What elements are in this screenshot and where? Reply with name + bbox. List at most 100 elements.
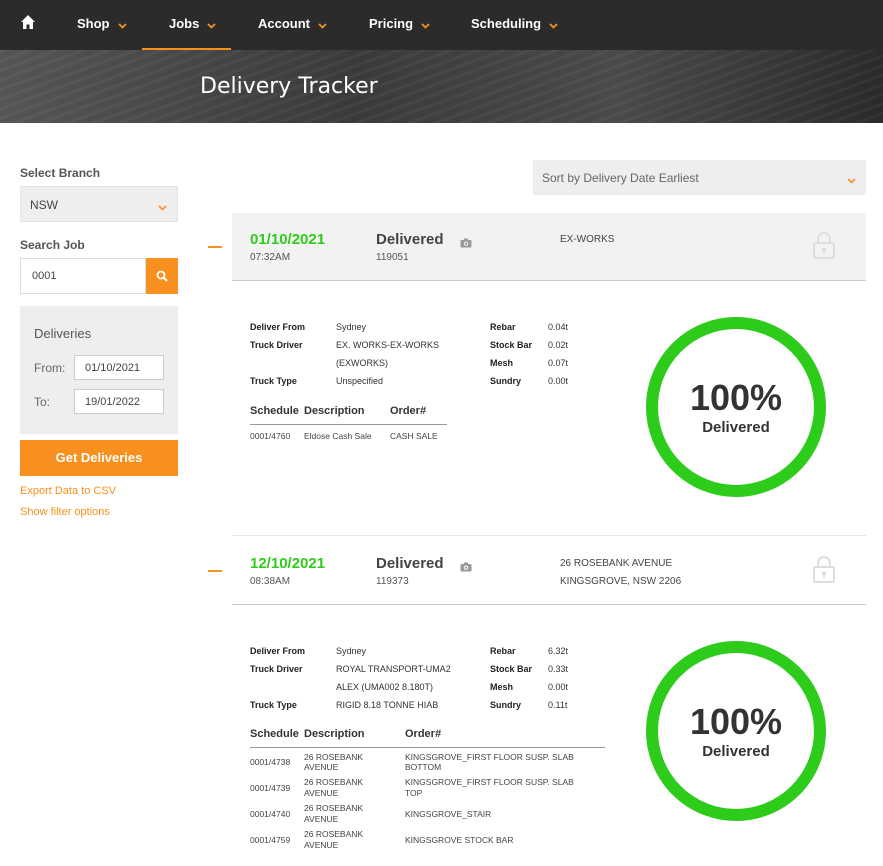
- table-cell-description: 26 ROSEBANK: [304, 803, 364, 813]
- sundry-label: Sundry: [490, 376, 522, 386]
- collapse-toggle[interactable]: [208, 570, 222, 572]
- stock-bar-label: Stock Bar: [490, 340, 533, 350]
- truck-driver-value: EX. WORKS-EX-WORKS: [336, 340, 440, 350]
- chevron-down-icon: [847, 173, 856, 187]
- home-icon[interactable]: [20, 14, 42, 34]
- nav-item-jobs[interactable]: Jobs: [142, 0, 231, 50]
- table-cell-order: KINGSGROVE_STAIR: [405, 809, 492, 819]
- sundry-value: 0.11t: [548, 700, 568, 710]
- chevron-down-icon: [549, 1, 558, 48]
- stock-bar-value: 0.02t: [548, 340, 569, 350]
- search-button[interactable]: [146, 258, 178, 294]
- delivery-address-line2: KINGSGROVE, NSW 2206: [560, 576, 682, 587]
- nav-label: Shop: [77, 16, 110, 31]
- table-cell-order: KINGSGROVE STOCK BAR: [405, 835, 514, 845]
- truck-driver-value: ROYAL TRANSPORT-UMA2: [336, 664, 451, 674]
- nav-item-scheduling[interactable]: Scheduling: [471, 0, 558, 50]
- branch-label: Select Branch: [20, 166, 101, 180]
- chevron-down-icon: [117, 1, 127, 48]
- deliver-from-value: Sydney: [336, 322, 367, 332]
- lock-icon[interactable]: [811, 231, 837, 264]
- nav-item-pricing[interactable]: Pricing: [369, 0, 430, 50]
- delivery-time: 08:38AM: [250, 576, 291, 587]
- from-label: From:: [34, 361, 66, 375]
- description-header: Description: [304, 405, 365, 417]
- nav-item-shop[interactable]: Shop: [77, 0, 127, 50]
- deliver-from-value: Sydney: [336, 646, 367, 656]
- deliver-from-label: Deliver From: [250, 646, 306, 656]
- table-cell-description: Eldose Cash Sale: [304, 431, 372, 441]
- show-filter-link[interactable]: Show filter options: [20, 506, 110, 518]
- description-header: Description: [304, 728, 365, 740]
- table-cell-order: KINGSGROVE_FIRST FLOOR SUSP. SLAB: [405, 777, 574, 787]
- to-date-input[interactable]: 19/01/2022: [74, 389, 164, 414]
- table-cell-description-2: AVENUE: [304, 762, 339, 772]
- table-cell-description-2: AVENUE: [304, 814, 339, 824]
- deliveries-filter: Deliveries From: 01/10/2021 To: 19/01/20…: [20, 306, 178, 434]
- table-cell-description-2: AVENUE: [304, 788, 339, 798]
- rebar-label: Rebar: [490, 646, 516, 656]
- delivery-status: Delivered: [376, 231, 444, 248]
- table-cell-order: KINGSGROVE_FIRST FLOOR SUSP. SLAB: [405, 752, 574, 762]
- truck-type-value: Unspecified: [336, 376, 384, 386]
- top-nav: Shop Jobs Account Pricing Scheduling: [0, 0, 883, 50]
- rebar-value: 0.04t: [548, 322, 569, 332]
- table-divider: [250, 747, 605, 748]
- table-cell-schedule: 0001/4738: [250, 757, 291, 767]
- camera-icon[interactable]: [460, 235, 472, 253]
- rebar-label: Rebar: [490, 322, 516, 332]
- chevron-down-icon: [207, 1, 216, 48]
- delivery-card-header[interactable]: 01/10/2021 07:32AM Delivered 119051 EX-W…: [232, 213, 866, 281]
- truck-type-value: RIGID 8.18 TONNE HIAB: [336, 700, 439, 710]
- order-header: Order#: [405, 728, 442, 740]
- deliveries-title: Deliveries: [34, 326, 92, 341]
- table-cell-order-2: TOP: [405, 788, 423, 798]
- delivery-card-header[interactable]: 12/10/2021 08:38AM Delivered 119373 26 R…: [232, 537, 866, 605]
- sundry-value: 0.00t: [548, 376, 569, 386]
- table-cell-schedule: 0001/4740: [250, 809, 291, 819]
- truck-driver-value-2: ALEX (UMA002 8.180T): [336, 682, 434, 692]
- chevron-down-icon: [318, 1, 327, 48]
- delivery-date: 12/10/2021: [250, 555, 326, 572]
- delivery-status: Delivered: [376, 555, 444, 572]
- table-divider: [250, 424, 447, 425]
- truck-type-label: Truck Type: [250, 376, 297, 386]
- mesh-label: Mesh: [490, 682, 514, 692]
- nav-label: Account: [258, 16, 310, 31]
- stock-bar-label: Stock Bar: [490, 664, 533, 674]
- chevron-down-icon: [158, 200, 167, 214]
- delivery-number: 119051: [376, 252, 409, 263]
- search-job-input[interactable]: 0001: [20, 258, 146, 294]
- table-cell-description: 26 ROSEBANK: [304, 777, 364, 787]
- export-csv-link[interactable]: Export Data to CSV: [20, 485, 116, 497]
- truck-driver-value-2: (EXWORKS): [336, 358, 389, 368]
- collapse-toggle[interactable]: [208, 246, 222, 248]
- nav-item-account[interactable]: Account: [258, 0, 327, 50]
- nav-label: Jobs: [169, 16, 200, 31]
- percent-delivered: 100%: [689, 701, 783, 742]
- percent-delivered: 100%: [689, 377, 783, 418]
- delivery-number: 119373: [376, 576, 409, 587]
- table-cell-schedule: 0001/4760: [250, 431, 291, 441]
- nav-label: Scheduling: [471, 16, 542, 31]
- table-cell-description: 26 ROSEBANK: [304, 752, 364, 762]
- sort-value: Sort by Delivery Date Earliest: [542, 171, 699, 185]
- table-cell-schedule: 0001/4759: [250, 835, 291, 845]
- table-cell-description-2: AVENUE: [304, 840, 339, 850]
- order-header: Order#: [390, 405, 427, 417]
- search-label: Search Job: [20, 238, 85, 252]
- table-cell-description: 26 ROSEBANK: [304, 829, 364, 839]
- delivery-date: 01/10/2021: [250, 231, 326, 248]
- from-date-input[interactable]: 01/10/2021: [74, 355, 164, 380]
- deliver-from-label: Deliver From: [250, 322, 306, 332]
- get-deliveries-button[interactable]: Get Deliveries: [20, 440, 178, 476]
- branch-select[interactable]: NSW: [20, 186, 178, 222]
- sort-select[interactable]: Sort by Delivery Date Earliest: [533, 160, 866, 195]
- percent-label: Delivered: [702, 743, 770, 760]
- schedule-header: Schedule: [250, 405, 299, 417]
- table-cell-order-2: BOTTOM: [405, 762, 442, 772]
- camera-icon[interactable]: [460, 559, 472, 577]
- truck-type-label: Truck Type: [250, 700, 297, 710]
- hero-background: [0, 50, 883, 123]
- lock-icon[interactable]: [811, 555, 837, 588]
